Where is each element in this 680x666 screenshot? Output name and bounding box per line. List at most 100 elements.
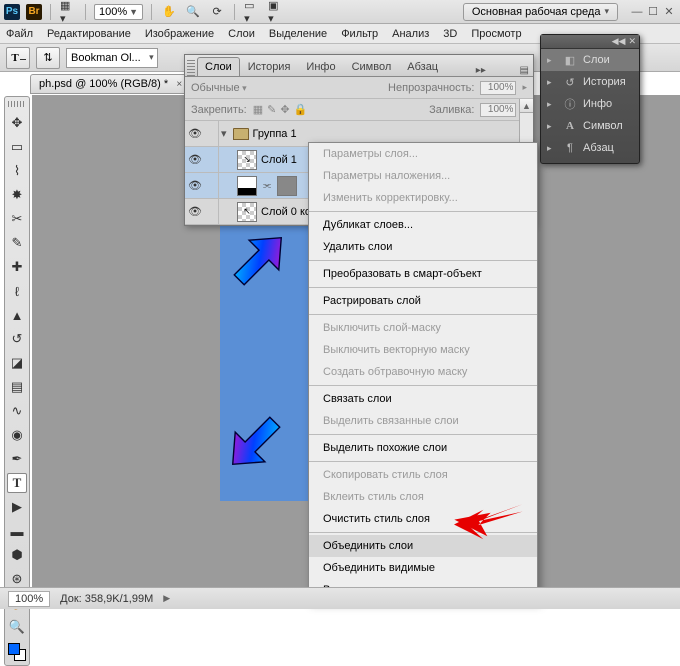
arrange-documents-icon[interactable]: ▭ ▾ xyxy=(243,3,261,21)
dodge-tool[interactable]: ◉ xyxy=(7,425,27,445)
healing-brush-tool[interactable]: ✚ xyxy=(7,257,27,277)
panel-tab-paragraph[interactable]: Абзац xyxy=(399,57,446,76)
dock-item-layers[interactable]: ▸◧Слои xyxy=(541,49,639,71)
panel-grip[interactable] xyxy=(8,101,26,107)
mask-link-icon[interactable]: ⫘ xyxy=(263,180,271,191)
brush-tool[interactable]: ℓ xyxy=(7,281,27,301)
eraser-tool[interactable]: ◪ xyxy=(7,353,27,373)
eyedropper-tool[interactable]: ✎ xyxy=(7,233,27,253)
layer-thumbnail[interactable] xyxy=(237,176,257,196)
document-tab[interactable]: ph.psd @ 100% (RGB/8) * × xyxy=(30,74,187,94)
panel-tab-info[interactable]: Инфо xyxy=(298,57,343,76)
context-menu-item[interactable]: Растрировать слой xyxy=(309,290,537,312)
menu-file[interactable]: Файл xyxy=(6,28,33,40)
lasso-tool[interactable]: ⌇ xyxy=(7,161,27,181)
foreground-color-swatch[interactable] xyxy=(8,643,20,655)
close-button[interactable]: ✕ xyxy=(662,5,676,19)
rotate-view-icon[interactable]: ⟳ xyxy=(208,3,226,21)
crop-tool[interactable]: ✂ xyxy=(7,209,27,229)
panel-menu-icon[interactable]: ▤ xyxy=(516,65,533,76)
tool-preset-button[interactable]: T xyxy=(6,47,30,69)
move-tool[interactable]: ✥ xyxy=(7,113,27,133)
layer-thumbnail[interactable]: ↖ xyxy=(237,202,257,222)
context-menu-item[interactable]: Удалить слои xyxy=(309,236,537,258)
menu-edit[interactable]: Редактирование xyxy=(47,28,131,40)
lock-transparent-icon[interactable]: ▦ xyxy=(253,103,263,116)
status-zoom[interactable]: 100% xyxy=(8,591,50,607)
path-select-tool[interactable]: ▶ xyxy=(7,497,27,517)
menu-analysis[interactable]: Анализ xyxy=(392,28,429,40)
visibility-toggle[interactable]: 👁 xyxy=(185,153,205,166)
blend-mode-dropdown[interactable]: Обычные xyxy=(191,82,247,94)
layer-name[interactable]: Слой 1 xyxy=(261,154,297,166)
panel-grip[interactable] xyxy=(187,58,195,76)
3d-camera-tool[interactable]: ⊛ xyxy=(7,569,27,589)
menu-image[interactable]: Изображение xyxy=(145,28,214,40)
zoom-level-field[interactable]: 100%▼ xyxy=(94,4,143,20)
type-tool[interactable]: T xyxy=(7,473,27,493)
history-brush-tool[interactable]: ↺ xyxy=(7,329,27,349)
context-menu-item[interactable]: Объединить видимые xyxy=(309,557,537,579)
close-document-icon[interactable]: × xyxy=(176,79,182,90)
panel-tab-history[interactable]: История xyxy=(240,57,299,76)
lock-all-icon[interactable]: 🔒 xyxy=(294,103,308,116)
menu-3d[interactable]: 3D xyxy=(443,28,457,40)
dock-item-info[interactable]: ▸ⓘИнфо xyxy=(541,93,639,115)
menu-select[interactable]: Выделение xyxy=(269,28,327,40)
status-flyout-icon[interactable]: ▶ xyxy=(163,593,170,604)
opacity-field[interactable] xyxy=(480,81,516,95)
marquee-tool[interactable]: ▭ xyxy=(7,137,27,157)
zoom-tool-icon[interactable]: 🔍 xyxy=(184,3,202,21)
context-menu-item[interactable]: Выделить похожие слои xyxy=(309,437,537,459)
pen-tool[interactable]: ✒ xyxy=(7,449,27,469)
dock-item-label: Инфо xyxy=(583,98,612,110)
close-dock-icon[interactable]: ✕ xyxy=(628,36,636,47)
menu-separator xyxy=(309,211,537,212)
clone-stamp-tool[interactable]: ▲ xyxy=(7,305,27,325)
bridge-icon[interactable]: Br xyxy=(26,4,42,20)
context-menu-item[interactable]: Связать слои xyxy=(309,388,537,410)
collapse-icon[interactable]: ▸▸ xyxy=(472,65,490,76)
launch-mini-bridge-icon[interactable]: ▦ ▾ xyxy=(59,3,77,21)
visibility-toggle[interactable]: 👁 xyxy=(185,127,205,140)
menu-filter[interactable]: Фильтр xyxy=(341,28,378,40)
disclosure-triangle-icon[interactable]: ▾ xyxy=(221,127,227,140)
layer-mask-thumbnail[interactable] xyxy=(277,176,297,196)
panel-tab-character[interactable]: Символ xyxy=(344,57,400,76)
context-menu-item[interactable]: Дубликат слоев... xyxy=(309,214,537,236)
context-menu-item: Изменить корректировку... xyxy=(309,187,537,209)
minimize-button[interactable]: — xyxy=(630,5,644,19)
fill-field[interactable] xyxy=(480,103,516,117)
dock-item-history[interactable]: ▸↺История xyxy=(541,71,639,93)
menu-view[interactable]: Просмотр xyxy=(471,28,521,40)
opacity-flyout-icon[interactable]: ▸ xyxy=(522,82,527,93)
workspace-switcher[interactable]: Основная рабочая среда▾ xyxy=(463,3,618,21)
expand-dock-icon[interactable]: ◀◀ xyxy=(612,36,626,47)
collapsed-panels-dock: ◀◀ ✕ ▸◧Слои ▸↺История ▸ⓘИнфо ▸AСимвол ▸¶… xyxy=(540,34,640,164)
scroll-up-icon[interactable]: ▲ xyxy=(520,99,533,113)
zoom-tool-icon[interactable]: 🔍 xyxy=(7,617,27,637)
context-menu-item: Выключить слой-маску xyxy=(309,317,537,339)
layer-thumbnail[interactable]: ↘ xyxy=(237,150,257,170)
shape-tool[interactable]: ▬ xyxy=(7,521,27,541)
visibility-toggle[interactable]: 👁 xyxy=(185,205,205,218)
screen-mode-icon[interactable]: ▣ ▾ xyxy=(267,3,285,21)
visibility-toggle[interactable]: 👁 xyxy=(185,179,205,192)
lock-position-icon[interactable]: ✥ xyxy=(280,103,289,116)
font-family-dropdown[interactable]: Bookman Ol... xyxy=(66,48,158,68)
foreground-background-colors[interactable] xyxy=(8,643,26,661)
panel-tab-layers[interactable]: Слои xyxy=(197,57,240,76)
quick-select-tool[interactable]: ✸ xyxy=(7,185,27,205)
dock-item-paragraph[interactable]: ▸¶Абзац xyxy=(541,137,639,159)
context-menu-item[interactable]: Преобразовать в смарт-объект xyxy=(309,263,537,285)
hand-tool-icon[interactable]: ✋ xyxy=(160,3,178,21)
gradient-tool[interactable]: ▤ xyxy=(7,377,27,397)
lock-image-icon[interactable]: ✎ xyxy=(267,103,276,116)
maximize-button[interactable]: ☐ xyxy=(646,5,660,19)
dock-item-character[interactable]: ▸AСимвол xyxy=(541,115,639,137)
menu-layer[interactable]: Слои xyxy=(228,28,255,40)
layer-name[interactable]: Группа 1 xyxy=(253,128,297,140)
3d-tool[interactable]: ⬢ xyxy=(7,545,27,565)
text-orientation-button[interactable]: ⇅ xyxy=(36,47,60,69)
blur-tool[interactable]: ∿ xyxy=(7,401,27,421)
